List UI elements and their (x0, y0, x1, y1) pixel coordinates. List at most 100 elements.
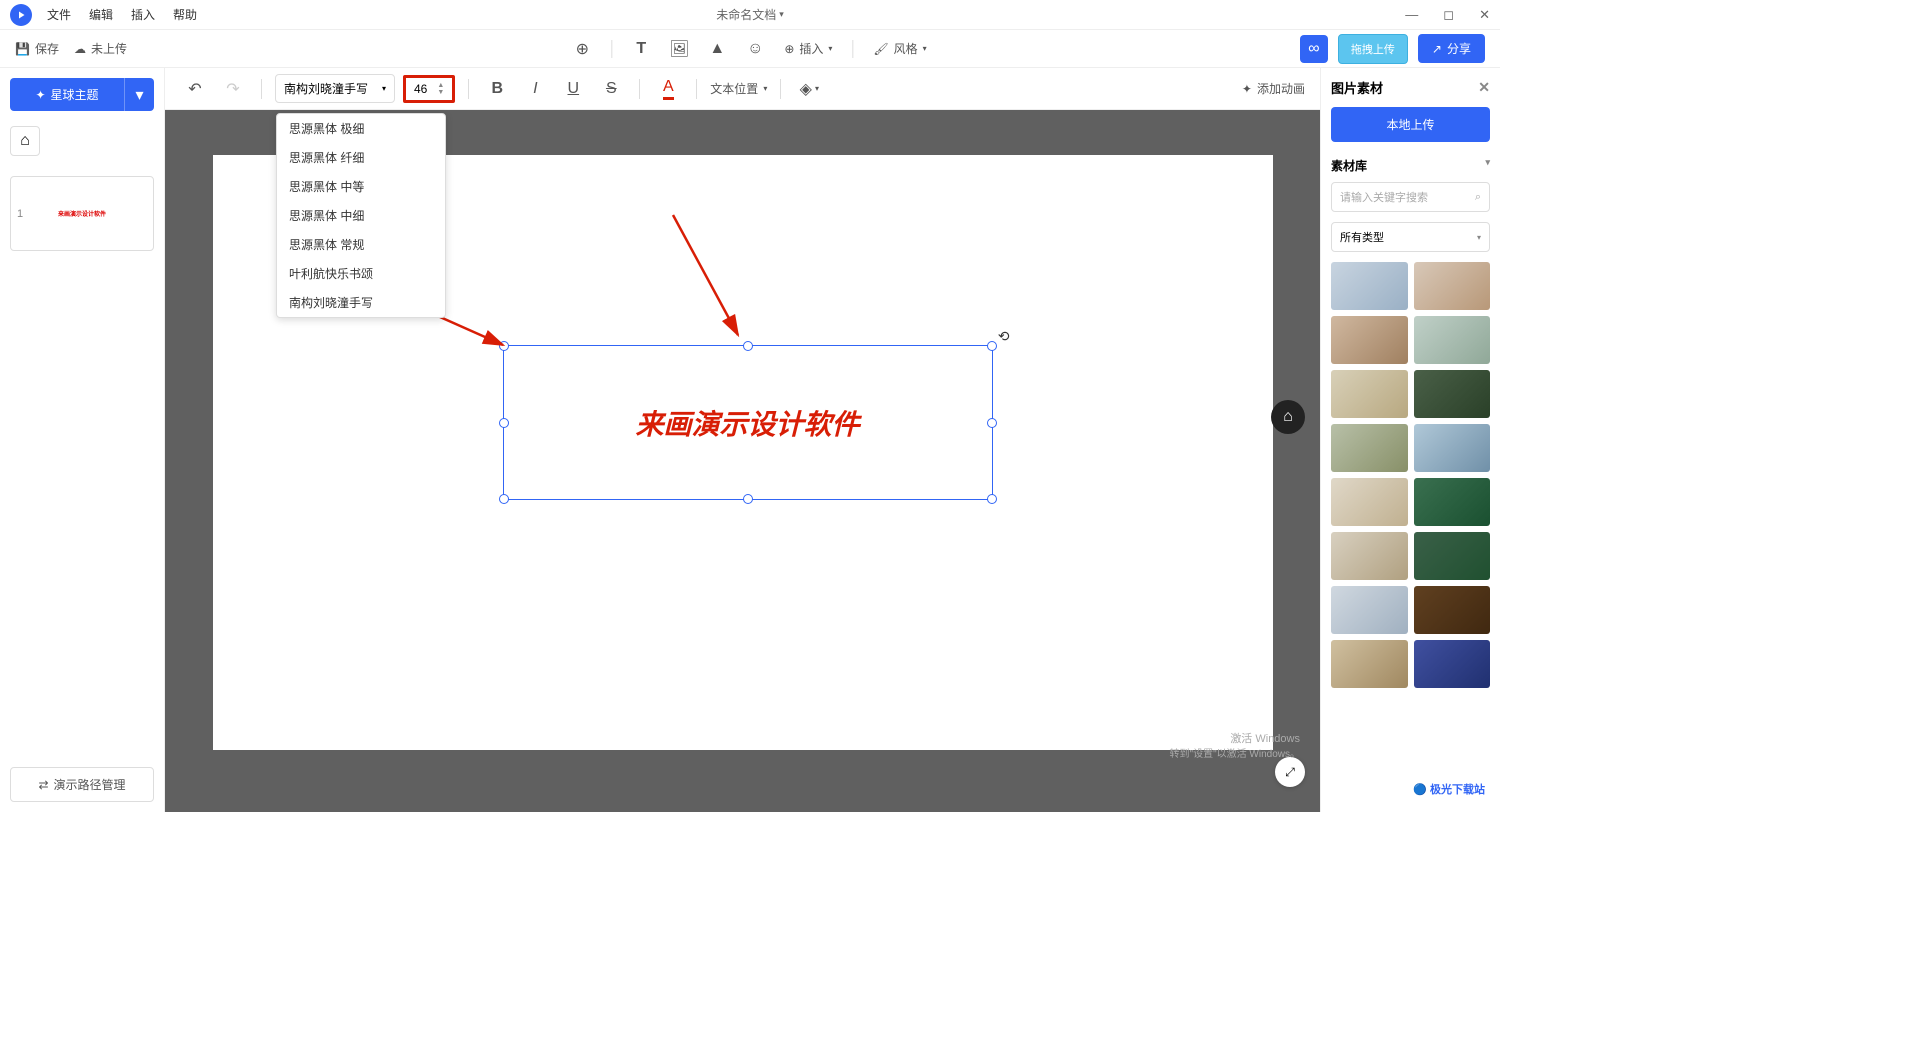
image-thumbnail[interactable] (1331, 640, 1408, 688)
document-title[interactable]: 未命名文档▾ (716, 6, 784, 23)
home-button[interactable]: ⌂ (10, 126, 40, 156)
layer-button[interactable]: ◈▾ (794, 74, 824, 104)
save-button[interactable]: 💾保存 (15, 40, 59, 57)
toolbar-center: ⊕ T 🖼 ▲ ☺ ⊕插入▾ 🖌风格▾ (573, 40, 926, 58)
window-controls: — ◻ ✕ (1405, 7, 1490, 23)
main-area: ✦星球主题 ▾ ⌂ 1 来画演示设计软件 ⇄演示路径管理 ↶ ↷ 南构刘晓潼手写… (0, 68, 1500, 812)
home-icon: ⌂ (20, 132, 30, 150)
main-menu: 文件 编辑 插入 帮助 (47, 6, 197, 23)
site-watermark: 🔵 极光下载站 (1413, 781, 1485, 797)
close-icon[interactable]: ✕ (1479, 7, 1490, 23)
font-option[interactable]: 南构刘晓潼手写 (277, 288, 445, 317)
float-home-button[interactable]: ⌂ (1271, 400, 1305, 434)
redo-button[interactable]: ↷ (218, 74, 248, 104)
drag-upload-button[interactable]: 拖拽上传 (1338, 34, 1408, 64)
app-logo[interactable] (10, 4, 32, 26)
image-thumbnail[interactable] (1331, 316, 1408, 364)
panel-close-icon[interactable]: ✕ (1478, 79, 1490, 96)
image-thumbnail[interactable] (1414, 586, 1491, 634)
search-icon: ⌕ (1475, 191, 1481, 204)
font-option[interactable]: 思源黑体 常规 (277, 230, 445, 259)
emoji-icon[interactable]: ☺ (746, 40, 764, 58)
bold-button[interactable]: B (482, 74, 512, 104)
left-sidebar: ✦星球主题 ▾ ⌂ 1 来画演示设计软件 ⇄演示路径管理 (0, 68, 165, 812)
search-input[interactable]: 请输入关键字搜索⌕ (1331, 182, 1490, 212)
text-icon[interactable]: T (632, 40, 650, 58)
menu-help[interactable]: 帮助 (173, 6, 197, 23)
add-animation-button[interactable]: ✦添加动画 (1242, 80, 1305, 97)
font-option[interactable]: 思源黑体 极细 (277, 114, 445, 143)
slide-number: 1 (17, 208, 23, 220)
undo-button[interactable]: ↶ (180, 74, 210, 104)
unsaved-button[interactable]: ☁未上传 (74, 40, 127, 57)
resize-handle[interactable] (499, 418, 509, 428)
underline-button[interactable]: U (558, 74, 588, 104)
font-option[interactable]: 思源黑体 纤细 (277, 143, 445, 172)
resize-handle[interactable] (987, 341, 997, 351)
image-thumbnail[interactable] (1414, 532, 1491, 580)
style-button[interactable]: 🖌风格▾ (873, 40, 926, 57)
save-icon: 💾 (15, 42, 30, 56)
maximize-icon[interactable]: ◻ (1443, 7, 1454, 23)
rotate-handle[interactable]: ⟲ (998, 328, 1010, 345)
chevron-down-icon[interactable]: ▾ (1485, 157, 1490, 174)
italic-button[interactable]: I (520, 74, 550, 104)
local-upload-button[interactable]: 本地上传 (1331, 107, 1490, 142)
resize-handle[interactable] (743, 494, 753, 504)
menu-insert[interactable]: 插入 (131, 6, 155, 23)
image-thumbnail[interactable] (1331, 478, 1408, 526)
font-option[interactable]: 思源黑体 中细 (277, 201, 445, 230)
text-position-dropdown[interactable]: 文本位置▾ (710, 80, 767, 97)
theme-dropdown-arrow[interactable]: ▾ (124, 78, 154, 111)
text-color-button[interactable]: A (653, 74, 683, 104)
slide-thumbnail[interactable]: 1 来画演示设计软件 (10, 176, 154, 251)
shape-icon[interactable]: ▲ (708, 40, 726, 58)
font-family-select[interactable]: 南构刘晓潼手写▾ 思源黑体 极细 思源黑体 纤细 思源黑体 中等 思源黑体 中细… (275, 74, 395, 103)
image-thumbnail[interactable] (1331, 532, 1408, 580)
library-label: 素材库 (1331, 157, 1367, 174)
image-thumbnail[interactable] (1331, 424, 1408, 472)
image-thumbnail[interactable] (1331, 586, 1408, 634)
image-thumbnail[interactable] (1414, 370, 1491, 418)
minimize-icon[interactable]: — (1405, 7, 1418, 23)
image-thumbnail[interactable] (1414, 640, 1491, 688)
cloud-sync-button[interactable]: ∞ (1300, 35, 1328, 63)
menu-edit[interactable]: 编辑 (89, 6, 113, 23)
resize-handle[interactable] (499, 341, 509, 351)
font-option[interactable]: 思源黑体 中等 (277, 172, 445, 201)
format-toolbar: ↶ ↷ 南构刘晓潼手写▾ 思源黑体 极细 思源黑体 纤细 思源黑体 中等 思源黑… (165, 68, 1320, 110)
sparkle-icon: ✦ (1242, 82, 1252, 96)
brush-icon: 🖌 (873, 42, 888, 56)
image-thumbnail[interactable] (1331, 370, 1408, 418)
annotation-arrow (663, 205, 753, 345)
image-thumbnail[interactable] (1414, 316, 1491, 364)
secondary-toolbar: 💾保存 ☁未上传 ⊕ T 🖼 ▲ ☺ ⊕插入▾ 🖌风格▾ ∞ 拖拽上传 ↗分享 (0, 30, 1500, 68)
image-thumbnail[interactable] (1414, 478, 1491, 526)
windows-watermark: 激活 Windows 转到"设置"以激活 Windows。 (1170, 731, 1300, 763)
resize-handle[interactable] (987, 494, 997, 504)
strikethrough-button[interactable]: S (596, 74, 626, 104)
font-size-select[interactable]: 46 ▲▼ (403, 75, 455, 103)
title-bar: 文件 编辑 插入 帮助 未命名文档▾ — ◻ ✕ (0, 0, 1500, 30)
image-icon[interactable]: 🖼 (670, 40, 688, 58)
image-thumbnail[interactable] (1331, 262, 1408, 310)
slide-preview-text: 来画演示设计软件 (58, 209, 106, 218)
right-panel: 图片素材✕ 本地上传 素材库▾ 请输入关键字搜索⌕ 所有类型▾ (1320, 68, 1500, 812)
resize-handle[interactable] (499, 494, 509, 504)
image-thumbnail[interactable] (1414, 262, 1491, 310)
font-option[interactable]: 叶利航快乐书颂 (277, 259, 445, 288)
menu-file[interactable]: 文件 (47, 6, 71, 23)
resize-handle[interactable] (987, 418, 997, 428)
zoom-icon[interactable]: ⊕ (573, 40, 591, 58)
share-button[interactable]: ↗分享 (1418, 34, 1485, 63)
home-icon: ⌂ (1283, 408, 1293, 426)
image-thumbnail[interactable] (1414, 424, 1491, 472)
path-management-button[interactable]: ⇄演示路径管理 (10, 767, 154, 802)
thumbnail-grid (1331, 262, 1490, 688)
theme-button[interactable]: ✦星球主题 (10, 78, 124, 111)
resize-handle[interactable] (743, 341, 753, 351)
text-box[interactable]: 来画演示设计软件 ⟲ (503, 345, 993, 500)
textbox-content[interactable]: 来画演示设计软件 (635, 403, 859, 443)
type-select[interactable]: 所有类型▾ (1331, 222, 1490, 252)
insert-dropdown[interactable]: ⊕插入▾ (784, 40, 832, 57)
